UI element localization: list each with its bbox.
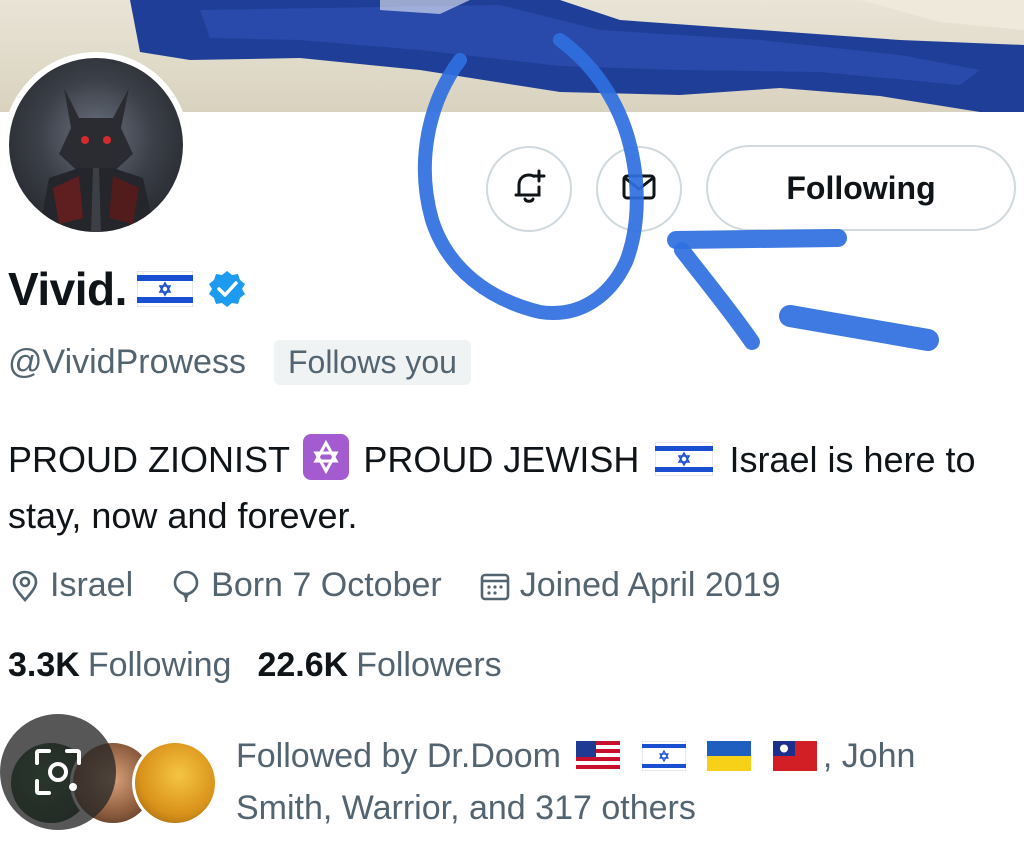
following-label: Following bbox=[87, 646, 232, 684]
follows-you-badge: Follows you bbox=[273, 340, 471, 385]
followers-count-link[interactable]: 22.6K Followers bbox=[257, 646, 527, 685]
follower-avatar bbox=[132, 740, 218, 826]
followed-by-text[interactable]: Followed by Dr.Doom , John Smith, Warrio… bbox=[236, 730, 996, 834]
star-of-david-emoji-icon bbox=[303, 434, 350, 480]
location-text: Israel bbox=[50, 566, 134, 604]
israel-flag-icon bbox=[655, 442, 714, 476]
profile-bio: PROUD ZIONIST PROUD JEWISH Israel is her… bbox=[8, 432, 1008, 544]
balloon-icon bbox=[169, 569, 203, 603]
usa-flag-icon bbox=[576, 741, 621, 771]
birthday-text: Born 7 October bbox=[211, 566, 442, 604]
israel-flag-icon bbox=[641, 741, 686, 771]
bio-text-1: PROUD ZIONIST bbox=[8, 439, 290, 480]
birthday-item: Born 7 October bbox=[169, 566, 442, 605]
display-name: Vivid. bbox=[8, 263, 127, 315]
joined-text: Joined April 2019 bbox=[519, 566, 781, 604]
location-pin-icon bbox=[8, 569, 42, 603]
joined-item: Joined April 2019 bbox=[478, 566, 781, 605]
bell-plus-icon bbox=[509, 167, 549, 212]
user-handle: @VividProwess bbox=[8, 343, 246, 381]
followed-by-prefix: Followed by Dr.Doom bbox=[236, 737, 562, 775]
following-button[interactable]: Following bbox=[706, 145, 1016, 231]
followers-label: Followers bbox=[356, 646, 502, 684]
profile-meta-row: Israel Born 7 October Joined April 2019 bbox=[8, 566, 817, 605]
israel-flag-icon bbox=[136, 271, 193, 307]
calendar-icon bbox=[478, 569, 512, 603]
followers-count: 22.6K bbox=[257, 646, 349, 684]
follow-counts: 3.3K Following 22.6K Followers bbox=[8, 646, 528, 685]
location-item: Israel bbox=[8, 566, 133, 605]
ukraine-flag-icon bbox=[707, 741, 752, 771]
taiwan-flag-icon bbox=[772, 741, 817, 771]
lens-search-icon[interactable] bbox=[0, 714, 116, 830]
bio-text-2: PROUD JEWISH bbox=[363, 439, 640, 480]
handle-row: @VividProwess Follows you bbox=[8, 340, 471, 385]
display-name-row: Vivid. bbox=[8, 262, 247, 316]
following-count: 3.3K bbox=[8, 646, 80, 684]
verified-badge-icon[interactable] bbox=[207, 269, 247, 309]
following-count-link[interactable]: 3.3K Following bbox=[8, 646, 257, 685]
message-button[interactable] bbox=[596, 146, 682, 232]
mail-icon bbox=[619, 167, 659, 212]
notifications-button[interactable] bbox=[486, 146, 572, 232]
profile-avatar[interactable] bbox=[3, 52, 189, 238]
